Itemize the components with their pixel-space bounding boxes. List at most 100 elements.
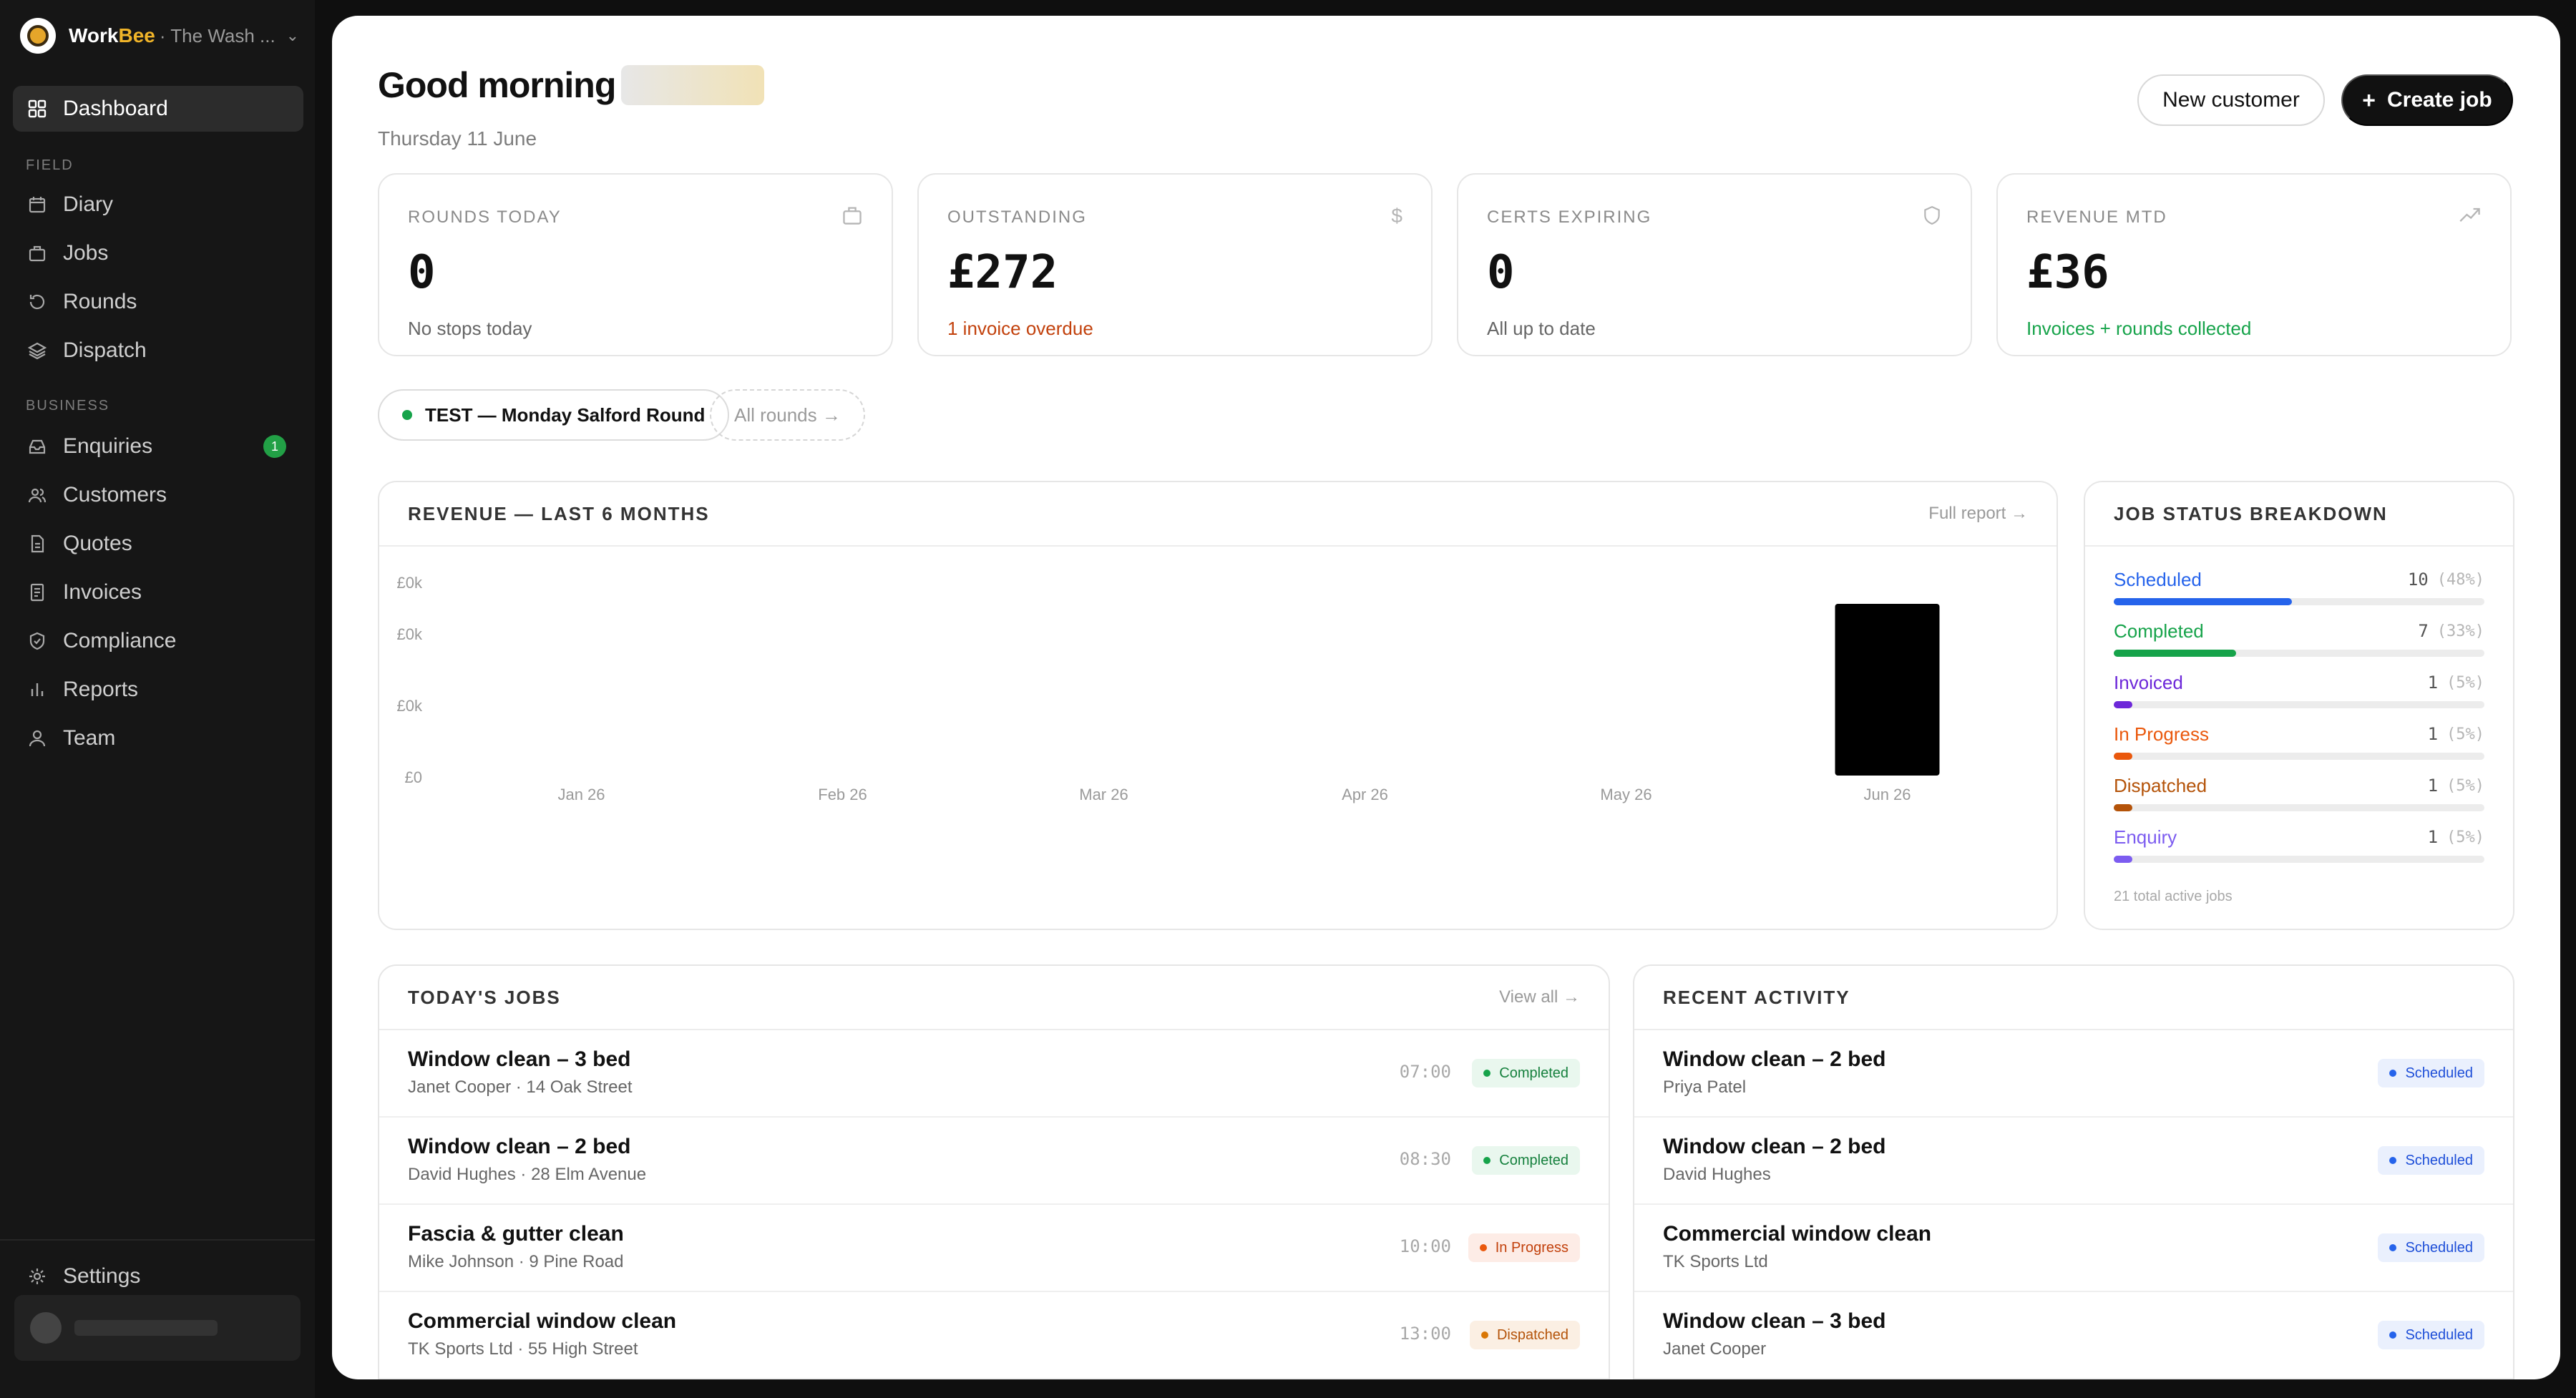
sidebar-item-invoices[interactable]: Invoices [13,570,303,615]
stat-card-certs-expiring[interactable]: CERTS EXPIRING 0 All up to date [1457,173,1972,356]
sidebar-item-label: Invoices [63,580,142,604]
sidebar-item-customers[interactable]: Customers [13,472,303,518]
stat-label: REVENUE MTD [2026,207,2167,227]
sidebar-item-rounds[interactable]: Rounds [13,279,303,325]
job-customer-address: Mike Johnson · 9 Pine Road [408,1252,624,1271]
activity-title: Window clean – 2 bed [1663,1047,1886,1071]
sidebar-item-quotes[interactable]: Quotes [13,521,303,567]
users-icon [26,484,49,507]
status-row-enquiry[interactable]: Enquiry 1 (5%) [2114,824,2484,863]
stat-label: OUTSTANDING [947,207,1087,227]
brand-name: WorkBee [69,24,155,47]
sidebar-item-dashboard[interactable]: Dashboard [13,86,303,132]
sidebar-item-team[interactable]: Team [13,715,303,761]
all-rounds-link[interactable]: All rounds → [710,389,865,441]
user-profile-chip[interactable] [14,1295,301,1361]
panel-title: TODAY'S JOBS [408,986,561,1008]
y-tick-label: £0k [397,697,423,715]
briefcase-icon [841,205,863,231]
create-job-button[interactable]: + Create job [2341,74,2513,126]
x-tick-label: Feb 26 [818,786,867,803]
status-bar-track [2114,804,2484,811]
sidebar-divider [0,1239,315,1241]
status-count: 10 [2407,570,2429,590]
full-report-link[interactable]: Full report → [1928,504,2028,524]
sidebar-item-label: Quotes [63,532,132,555]
status-row-completed[interactable]: Completed 7 (33%) [2114,618,2484,657]
job-status-breakdown-panel: JOB STATUS BREAKDOWN Scheduled 10 (48%) Com… [2084,481,2514,930]
panel-header: JOB STATUS BREAKDOWN [2085,482,2513,547]
status-row-invoiced[interactable]: Invoiced 1 (5%) [2114,670,2484,708]
new-customer-button[interactable]: New customer [2137,74,2325,126]
organization-name: · The Wash ... [159,24,275,47]
job-row[interactable]: Window clean – 2 bed David Hughes · 28 El… [379,1118,1609,1205]
grid-icon [26,97,49,120]
activity-row[interactable]: Window clean – 3 bed Janet Cooper Schedule… [1634,1292,2513,1379]
sidebar-item-dispatch[interactable]: Dispatch [13,328,303,373]
sidebar-item-diary[interactable]: Diary [13,182,303,228]
bee-icon [27,25,49,47]
status-row-in-progress[interactable]: In Progress 1 (5%) [2114,721,2484,760]
workspace-switcher[interactable]: WorkBee · The Wash ... ⌄ [20,17,299,54]
stat-card-rounds-today[interactable]: ROUNDS TODAY 0 No stops today [378,173,893,356]
job-row[interactable]: Window clean – 3 bed Janet Cooper · 14 Oa… [379,1030,1609,1118]
avatar [30,1312,62,1344]
job-customer-address: David Hughes · 28 Elm Avenue [408,1165,647,1184]
stat-card-outstanding[interactable]: OUTSTANDING $ £272 1 invoice overdue [917,173,1433,356]
status-bar-track [2114,701,2484,708]
user-icon [26,727,49,750]
activity-row[interactable]: Commercial window clean TK Sports Ltd Sche… [1634,1205,2513,1292]
status-dot [2389,1331,2397,1339]
greeting: Good morning [378,64,765,106]
sidebar-item-settings[interactable]: Settings [13,1253,303,1299]
stat-label: CERTS EXPIRING [1487,207,1652,227]
round-name: TEST — Monday Salford Round [425,404,706,426]
stat-card-revenue-mtd[interactable]: REVENUE MTD £36 Invoices + rounds collec… [1996,173,2512,356]
status-row-dispatched[interactable]: Dispatched 1 (5%) [2114,773,2484,811]
status-badge: Scheduled [2378,1146,2484,1175]
activity-row[interactable]: Window clean – 2 bed Priya Patel Scheduled [1634,1030,2513,1118]
job-title: Window clean – 2 bed [408,1135,631,1158]
bar-chart-icon [26,678,49,701]
status-percent: (5%) [2446,828,2484,846]
status-row-scheduled[interactable]: Scheduled 10 (48%) [2114,567,2484,605]
job-title: Fascia & gutter clean [408,1222,624,1246]
status-bar-fill [2114,856,2132,863]
status-count: 7 [2418,621,2429,641]
current-date: Thursday 11 June [378,127,537,150]
status-label: Scheduled [2405,1152,2473,1168]
receipt-icon [26,581,49,604]
status-label: Completed [1499,1152,1568,1168]
status-bar-fill [2114,598,2292,605]
status-badge: Scheduled [2378,1321,2484,1349]
round-filter-active[interactable]: TEST — Monday Salford Round [378,389,730,441]
sidebar-item-jobs[interactable]: Jobs [13,230,303,276]
status-line: Invoiced 1 (5%) [2114,670,2484,695]
chevron-down-icon[interactable]: ⌄ [286,26,299,45]
status-bar-fill [2114,753,2132,760]
status-name: Scheduled [2114,568,2202,590]
revenue-bar[interactable] [1835,604,1940,776]
sidebar-item-reports[interactable]: Reports [13,667,303,713]
stat-label: ROUNDS TODAY [408,207,562,227]
revenue-chart-panel: REVENUE — LAST 6 MONTHS Full report → £0… [378,481,2058,930]
panel-title: RECENT ACTIVITY [1663,986,1850,1008]
plus-icon: + [2362,87,2376,113]
status-dot [1483,1070,1491,1077]
status-bar-track [2114,753,2484,760]
job-row[interactable]: Fascia & gutter clean Mike Johnson · 9 Pi… [379,1205,1609,1292]
view-all-link[interactable]: View all → [1499,987,1580,1007]
shield-icon [1922,205,1942,231]
status-name: Invoiced [2114,671,2183,693]
activity-customer: TK Sports Ltd [1663,1252,1768,1271]
job-time: 10:00 [1399,1236,1451,1256]
sidebar-item-label: Team [63,726,116,750]
activity-row[interactable]: Window clean – 2 bed David Hughes Schedule… [1634,1118,2513,1205]
sidebar-item-enquiries[interactable]: Enquiries 1 [13,424,303,469]
panel-header: TODAY'S JOBS View all → [379,966,1609,1030]
sidebar: WorkBee · The Wash ... ⌄ Dashboard FIELD… [0,0,315,1398]
activity-title: Window clean – 2 bed [1663,1135,1886,1158]
job-customer-address: Janet Cooper · 14 Oak Street [408,1077,633,1097]
sidebar-item-compliance[interactable]: Compliance [13,618,303,664]
job-row[interactable]: Commercial window clean TK Sports Ltd · 5… [379,1292,1609,1379]
